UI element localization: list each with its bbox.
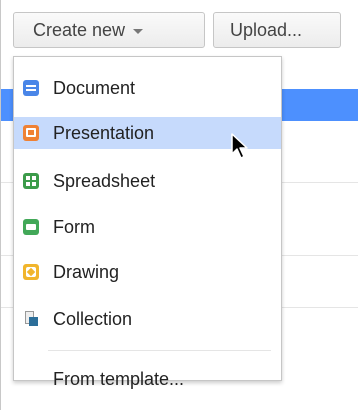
create-new-label: Create new <box>33 19 126 40</box>
drawing-icon <box>23 264 39 280</box>
menu-item-label: Presentation <box>53 122 155 143</box>
menu-item-drawing[interactable]: Drawing <box>14 256 281 288</box>
menu-item-document[interactable]: Document <box>14 72 281 104</box>
menu-item-label: Collection <box>53 308 133 329</box>
upload-label: Upload... <box>230 19 303 40</box>
menu-item-label: Drawing <box>53 261 120 282</box>
menu-item-label: Spreadsheet <box>53 170 156 191</box>
presentation-icon <box>23 125 39 141</box>
menu-item-form[interactable]: Form <box>14 211 281 243</box>
collection-icon <box>23 311 39 327</box>
window-left-border <box>0 0 1 410</box>
mouse-pointer-icon <box>231 133 248 159</box>
form-icon <box>23 219 39 235</box>
spreadsheet-icon <box>23 173 39 189</box>
create-new-menu: Document Presentation Spreadsheet Form D… <box>13 56 282 389</box>
menu-item-spreadsheet[interactable]: Spreadsheet <box>14 165 281 197</box>
upload-button[interactable]: Upload... <box>213 12 341 48</box>
menu-item-label: Form <box>53 216 95 237</box>
menu-item-label: From template... <box>53 368 185 389</box>
document-icon <box>23 80 39 96</box>
menu-separator <box>48 350 271 351</box>
create-new-button[interactable]: Create new <box>13 12 205 48</box>
menu-item-label: Document <box>53 77 136 98</box>
menu-item-collection[interactable]: Collection <box>14 303 281 335</box>
menu-item-from-template[interactable]: From template... <box>14 363 281 395</box>
dropdown-caret-icon <box>133 28 144 34</box>
